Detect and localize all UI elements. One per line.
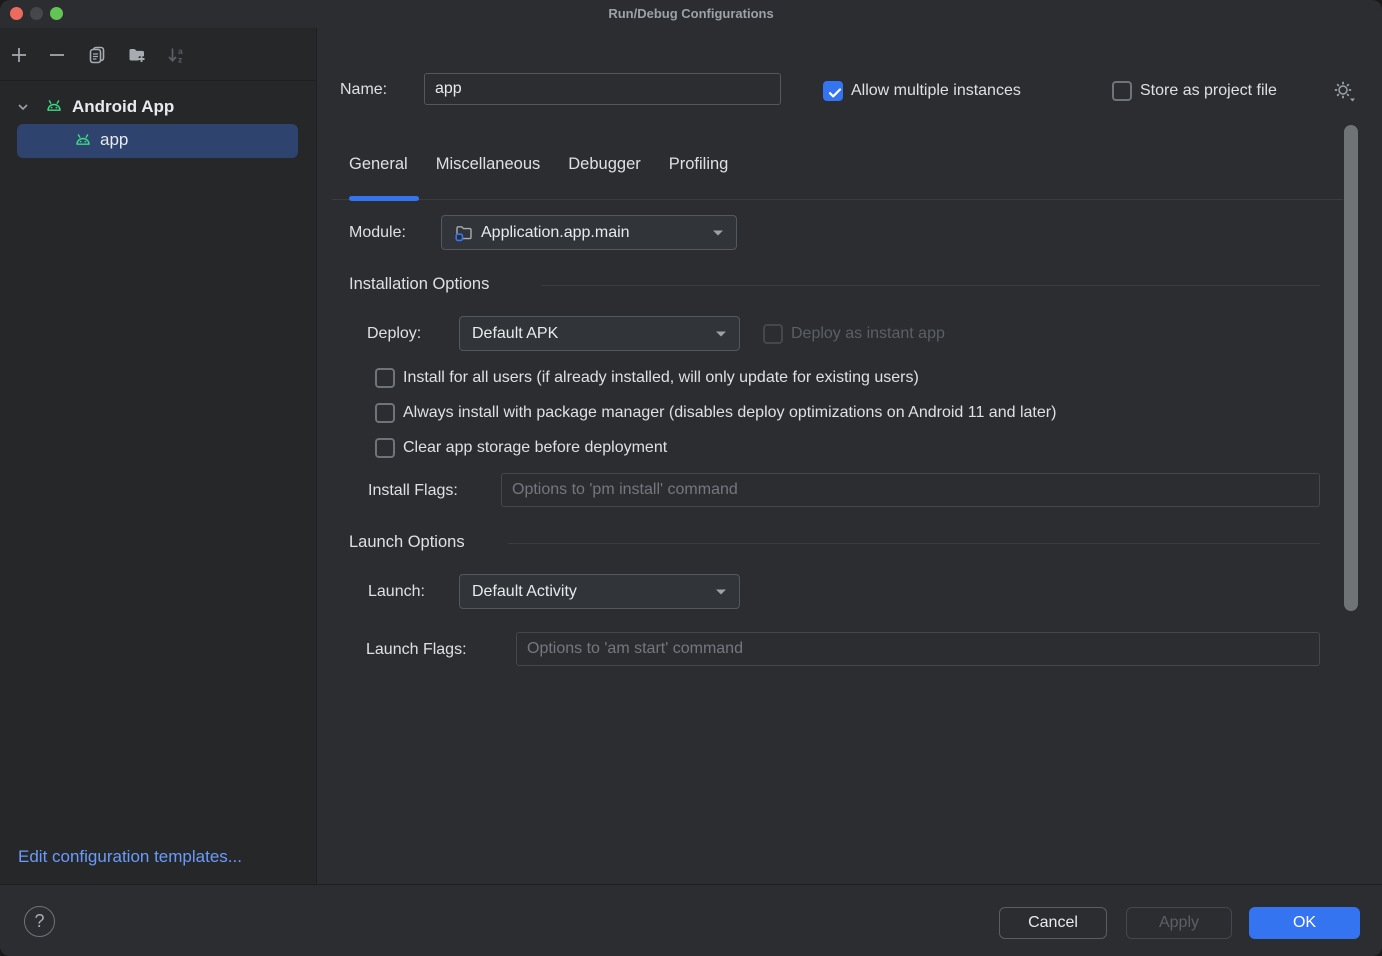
tab-profiling[interactable]: Profiling	[669, 155, 729, 180]
tab-miscellaneous[interactable]: Miscellaneous	[436, 155, 541, 180]
remove-icon[interactable]	[46, 44, 68, 66]
apply-button: Apply	[1126, 907, 1232, 939]
svg-text:z: z	[178, 55, 182, 65]
launch-value: Default Activity	[472, 583, 707, 601]
tab-general[interactable]: General	[349, 155, 408, 180]
chevron-down-icon	[715, 583, 727, 601]
store-as-project-file-checkbox[interactable]	[1112, 81, 1132, 101]
android-icon	[73, 131, 93, 151]
gear-icon[interactable]	[1331, 78, 1357, 109]
launch-flags-input[interactable]	[516, 632, 1320, 666]
config-tabs: General Miscellaneous Debugger Profiling	[349, 155, 728, 180]
sort-alpha-icon: a z	[165, 44, 187, 66]
cancel-button[interactable]: Cancel	[999, 907, 1107, 939]
module-dropdown[interactable]: Application.app.main	[441, 215, 737, 250]
launch-options-divider	[508, 543, 1320, 544]
chevron-down-icon	[712, 224, 724, 242]
tree-item-app[interactable]: app	[17, 124, 298, 158]
tab-divider	[332, 199, 1343, 200]
vertical-scrollbar[interactable]	[1344, 125, 1358, 611]
install-flags-input[interactable]	[501, 473, 1320, 507]
always-install-package-manager-checkbox[interactable]	[375, 403, 395, 423]
clear-app-storage-checkbox[interactable]	[375, 438, 395, 458]
name-input[interactable]	[424, 73, 781, 105]
deploy-value: Default APK	[472, 325, 707, 343]
tree-group-label: Android App	[72, 97, 174, 117]
deploy-label: Deploy:	[367, 325, 421, 343]
clear-app-storage-label: Clear app storage before deployment	[403, 439, 667, 457]
new-folder-icon[interactable]	[126, 44, 148, 66]
module-value: Application.app.main	[481, 224, 704, 242]
titlebar: Run/Debug Configurations	[0, 0, 1382, 28]
store-as-project-file-label: Store as project file	[1140, 82, 1277, 100]
allow-multiple-instances-checkbox[interactable]	[823, 81, 843, 101]
launch-flags-label: Launch Flags:	[366, 641, 467, 659]
deploy-dropdown[interactable]: Default APK	[459, 316, 740, 351]
chevron-down-icon	[715, 325, 727, 343]
launch-dropdown[interactable]: Default Activity	[459, 574, 740, 609]
add-icon[interactable]	[8, 44, 30, 66]
module-label: Module:	[349, 224, 406, 242]
always-install-package-manager-label: Always install with package manager (dis…	[403, 404, 1056, 422]
install-flags-label: Install Flags:	[368, 482, 458, 500]
configurations-sidebar: a z Android App	[0, 28, 317, 884]
help-button[interactable]: ?	[24, 906, 55, 937]
installation-options-divider	[542, 285, 1320, 286]
run-debug-configurations-dialog: Run/Debug Configurations	[0, 0, 1382, 956]
tab-debugger[interactable]: Debugger	[568, 155, 640, 180]
allow-multiple-instances-label: Allow multiple instances	[851, 82, 1021, 100]
copy-icon[interactable]	[86, 44, 108, 66]
tree-group-android-app[interactable]: Android App	[0, 92, 316, 122]
edit-configuration-templates-link[interactable]: Edit configuration templates...	[18, 847, 242, 867]
deploy-as-instant-app-label: Deploy as instant app	[791, 325, 945, 343]
checkmark-icon	[826, 84, 844, 102]
android-icon	[44, 97, 64, 117]
active-tab-indicator	[349, 196, 419, 201]
dialog-footer: ? Cancel Apply OK	[0, 884, 1382, 956]
tree-item-label: app	[100, 130, 128, 150]
sidebar-toolbar: a z	[0, 28, 316, 81]
deploy-as-instant-app-checkbox	[763, 324, 783, 344]
install-for-all-users-checkbox[interactable]	[375, 368, 395, 388]
installation-options-header: Installation Options	[349, 275, 489, 294]
ok-button[interactable]: OK	[1249, 907, 1360, 939]
launch-options-header: Launch Options	[349, 533, 465, 552]
chevron-down-icon[interactable]	[16, 100, 30, 114]
module-icon	[454, 223, 474, 243]
launch-label: Launch:	[368, 583, 425, 601]
name-label: Name:	[340, 81, 387, 99]
install-for-all-users-label: Install for all users (if already instal…	[403, 369, 919, 387]
window-title: Run/Debug Configurations	[0, 6, 1382, 21]
